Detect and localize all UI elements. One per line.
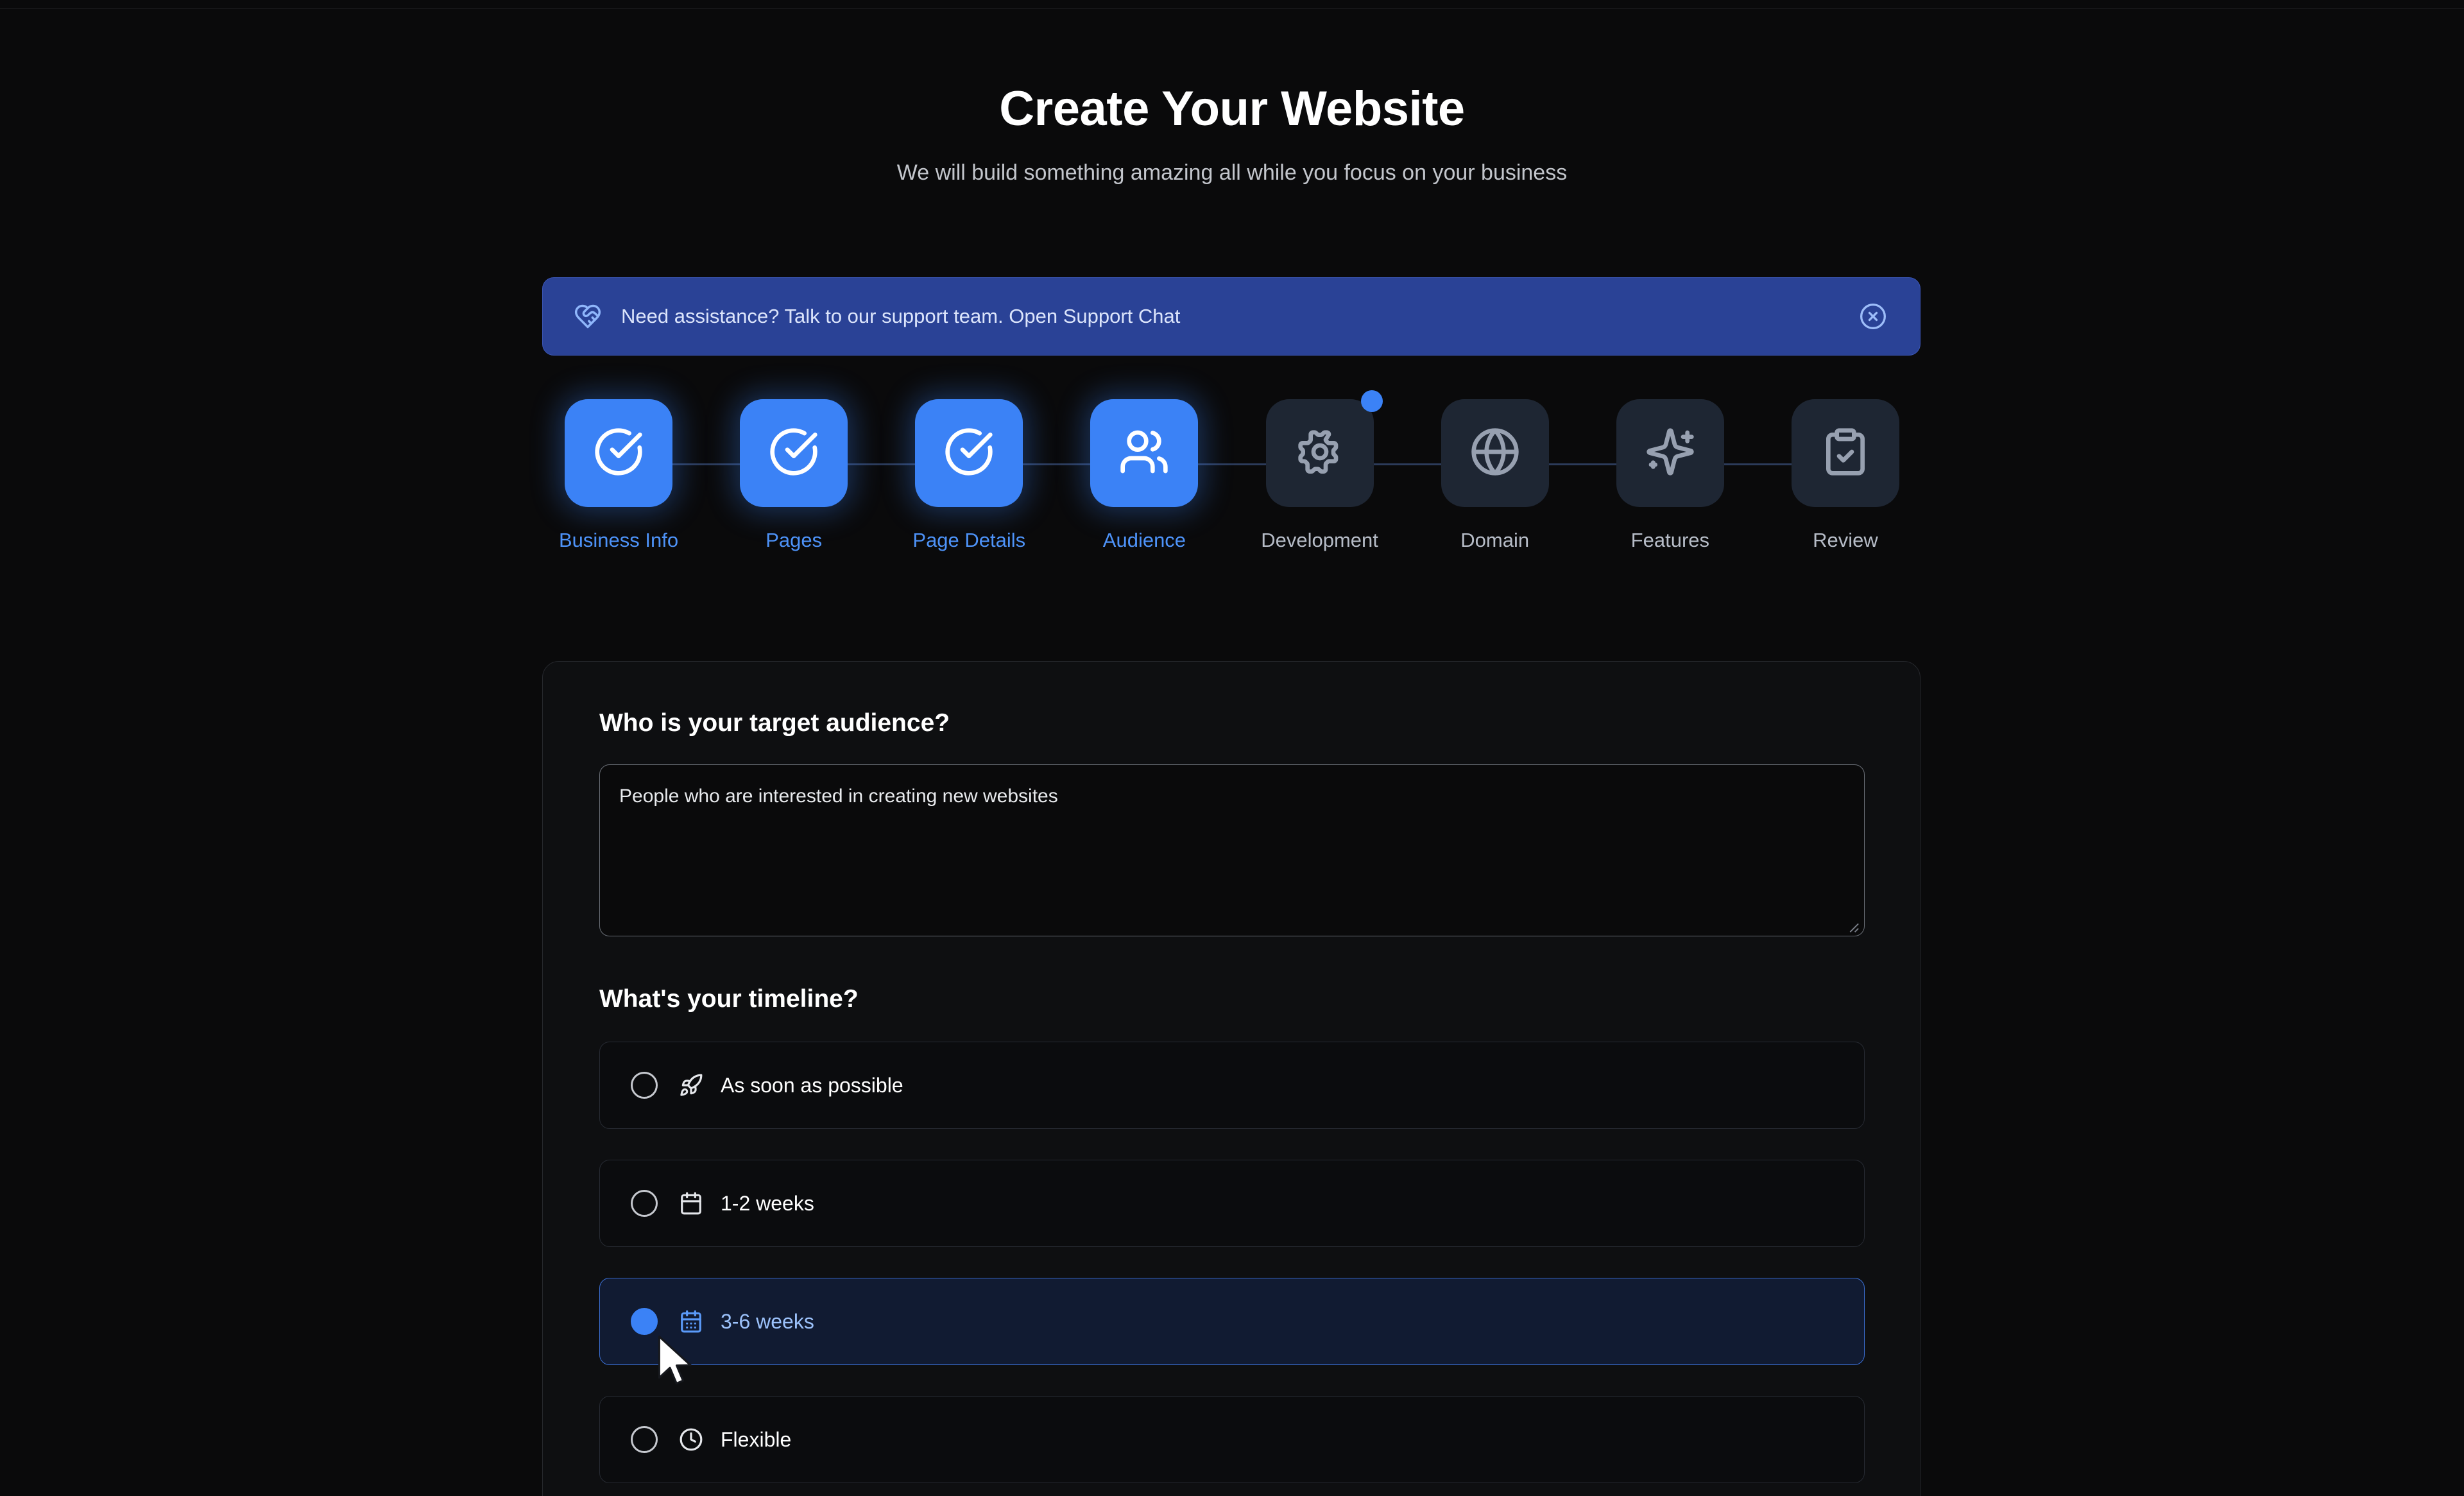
circle-check-icon (768, 426, 819, 481)
step-icon-box (740, 399, 848, 507)
step-audience[interactable]: Audience (1090, 399, 1199, 552)
timeline-option-label: 1-2 weeks (721, 1191, 814, 1215)
step-label: Pages (766, 529, 823, 551)
audience-textarea[interactable] (599, 764, 1865, 936)
step-label: Development (1261, 529, 1378, 551)
audience-textarea-wrap (599, 764, 1865, 936)
step-label: Domain (1460, 529, 1530, 551)
step-notification-badge (1360, 390, 1383, 412)
calendar-days-icon (678, 1309, 704, 1334)
page-header: Create Your Website We will build someth… (0, 0, 2464, 185)
timeline-option-3-6-weeks[interactable]: 3-6 weeks (599, 1278, 1865, 1365)
timeline-option-1-2-weeks[interactable]: 1-2 weeks (599, 1160, 1865, 1247)
rocket-icon (678, 1072, 704, 1098)
page-content: Create Your Website We will build someth… (0, 0, 2464, 1496)
step-icon-box (1265, 390, 1383, 507)
timeline-option-label: Flexible (721, 1427, 792, 1451)
radio-button[interactable] (631, 1072, 658, 1099)
step-pages[interactable]: Pages (740, 399, 848, 552)
step-domain[interactable]: Domain (1441, 399, 1549, 552)
step-features[interactable]: Features (1616, 399, 1724, 552)
step-label: Business Info (558, 529, 679, 551)
calendar-icon (678, 1191, 704, 1216)
globe-icon (1469, 426, 1521, 481)
progress-stepper: Business Info Pages Page Details Audienc… (559, 390, 1899, 579)
support-banner[interactable]: Need assistance? Talk to our support tea… (542, 277, 1921, 356)
sparkles-icon (1645, 426, 1696, 481)
step-icon-box (1441, 399, 1549, 507)
clock-icon (678, 1427, 704, 1452)
radio-button[interactable] (631, 1190, 658, 1217)
timeline-option-asap[interactable]: As soon as possible (599, 1042, 1865, 1129)
step-page-details[interactable]: Page Details (912, 399, 1026, 552)
step-icon-box (1090, 399, 1199, 507)
step-review[interactable]: Review (1791, 399, 1899, 552)
circle-x-icon[interactable] (1856, 299, 1890, 334)
clipboard-check-icon (1820, 426, 1871, 481)
timeline-question-label: What's your timeline? (599, 985, 859, 1013)
step-label: Audience (1102, 529, 1186, 551)
timeline-option-label: As soon as possible (721, 1073, 903, 1097)
radio-button[interactable] (631, 1308, 658, 1335)
radio-button[interactable] (631, 1426, 658, 1453)
gear-icon (1294, 426, 1346, 481)
audience-form-card: Who is your target audience? What's your… (542, 661, 1921, 1496)
circle-check-icon (943, 426, 995, 481)
audience-question-label: Who is your target audience? (599, 709, 950, 737)
step-development[interactable]: Development (1261, 390, 1383, 552)
step-label: Page Details (912, 529, 1026, 551)
page-root: Create Your Website We will build someth… (0, 0, 2464, 1496)
step-icon-box (1616, 399, 1724, 507)
heart-handshake-icon (572, 301, 603, 332)
step-label: Features (1630, 529, 1710, 551)
step-icon-box (915, 399, 1023, 507)
step-icon-box (565, 399, 672, 507)
timeline-option-label: 3-6 weeks (721, 1309, 814, 1333)
page-title: Create Your Website (999, 82, 1465, 136)
timeline-option-flexible[interactable]: Flexible (599, 1396, 1865, 1483)
stepper-steps: Business Info Pages Page Details Audienc… (559, 390, 1899, 552)
timeline-options-group: As soon as possible 1-2 weeks 3-6 weeks … (599, 1042, 1865, 1483)
support-banner-message: Need assistance? Talk to our support tea… (621, 305, 1181, 327)
step-business-info[interactable]: Business Info (559, 399, 678, 552)
circle-check-icon (593, 426, 644, 481)
step-label: Review (1813, 529, 1878, 551)
page-subtitle: We will build something amazing all whil… (896, 160, 1568, 185)
users-icon (1118, 426, 1170, 481)
step-icon-box (1791, 399, 1899, 507)
